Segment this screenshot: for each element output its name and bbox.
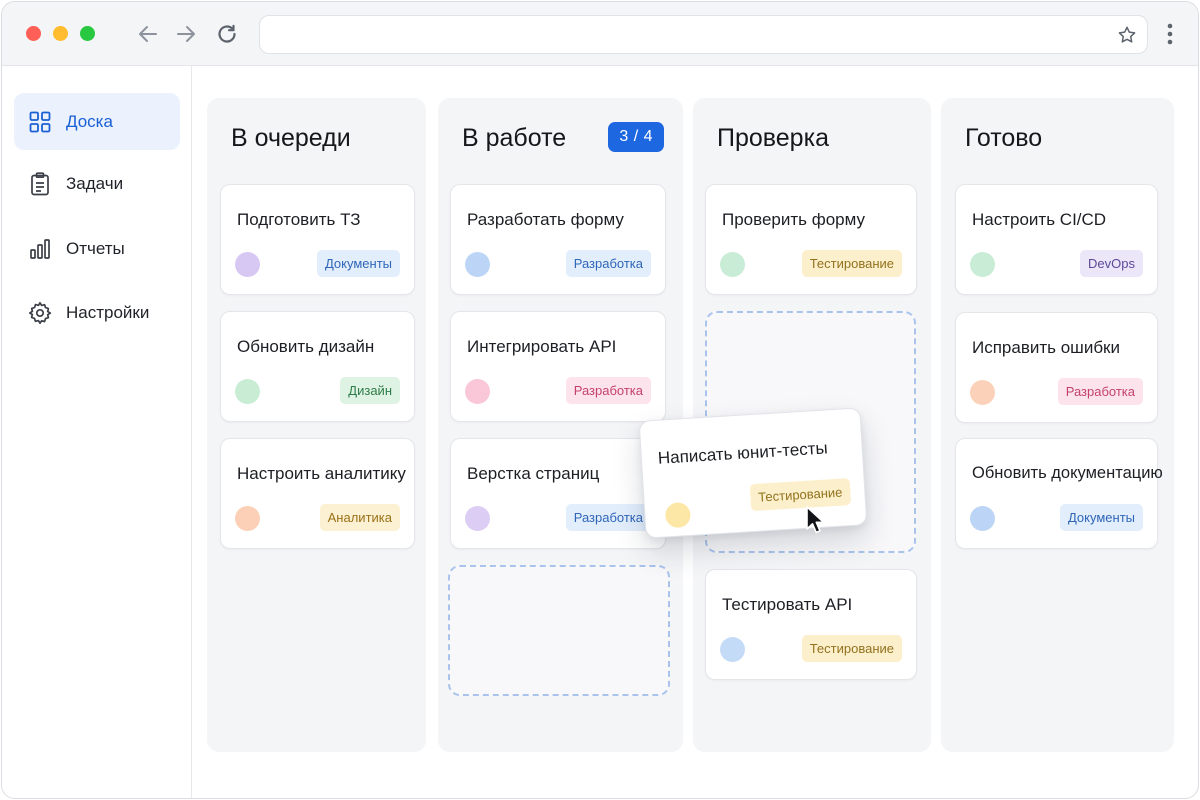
task-card[interactable]: Обновить дизайн Дизайн: [220, 311, 415, 422]
bar-chart-icon: [28, 237, 52, 261]
maximize-window-button[interactable]: [80, 26, 95, 41]
grid-icon: [28, 110, 52, 134]
forward-button[interactable]: [174, 22, 198, 46]
dragged-task-card[interactable]: Написать юнит-тесты Тестирование: [638, 407, 868, 539]
task-card[interactable]: Исправить ошибки Разработка: [955, 312, 1158, 423]
task-card[interactable]: Верстка страниц Разработка: [450, 438, 666, 549]
avatar: [465, 506, 490, 531]
avatar: [970, 506, 995, 531]
sidebar-item-label: Задачи: [66, 173, 124, 193]
arrow-right-icon: [177, 26, 195, 42]
card-title: Настроить CI/CD: [972, 210, 1107, 229]
avatar: [235, 379, 260, 404]
card-title: Интегрировать API: [467, 337, 617, 356]
task-card[interactable]: Тестировать API Тестирование: [705, 569, 917, 680]
gear-icon: [28, 301, 52, 325]
tag-badge: Документы: [1059, 504, 1143, 531]
avatar: [664, 501, 692, 529]
tag-badge: Аналитика: [319, 504, 400, 531]
avatar: [465, 252, 490, 277]
task-card[interactable]: Разработать форму Разработка: [450, 184, 666, 295]
sidebar-item-board[interactable]: Доска: [14, 93, 180, 150]
card-title: Верстка страниц: [467, 464, 600, 483]
tag-badge: Тестирование: [749, 478, 852, 512]
tag-badge: Тестирование: [801, 635, 902, 662]
avatar: [235, 252, 260, 277]
browser-menu-button[interactable]: [1160, 22, 1180, 46]
sidebar-item-label: Настройки: [66, 302, 150, 322]
minimize-window-button[interactable]: [53, 26, 68, 41]
card-title: Написать юнит-тесты: [657, 438, 829, 468]
wip-counter-badge: 3 / 4: [608, 122, 664, 152]
tag-badge: Тестирование: [801, 250, 902, 277]
tag-badge: Разработка: [565, 504, 651, 531]
task-card[interactable]: Подготовить ТЗ Документы: [220, 184, 415, 295]
sidebar-item-reports[interactable]: Отчеты: [14, 220, 180, 277]
card-title: Подготовить ТЗ: [237, 210, 361, 229]
browser-toolbar: [2, 2, 1198, 66]
back-button[interactable]: [136, 22, 160, 46]
reload-button[interactable]: [215, 22, 239, 46]
avatar: [465, 379, 490, 404]
card-title: Обновить документацию: [972, 464, 1163, 482]
tag-badge: Разработка: [1057, 378, 1143, 405]
mouse-pointer-icon: [806, 506, 825, 534]
avatar: [970, 252, 995, 277]
clipboard-icon: [28, 171, 52, 196]
column-title: Проверка: [717, 124, 829, 152]
avatar: [235, 506, 260, 531]
card-title: Обновить дизайн: [237, 337, 375, 356]
task-card[interactable]: Интегрировать API Разработка: [450, 311, 666, 422]
drop-placeholder[interactable]: [448, 565, 670, 696]
bookmark-star-icon[interactable]: [1117, 25, 1137, 45]
avatar: [720, 252, 745, 277]
sidebar-item-tasks[interactable]: Задачи: [14, 155, 180, 212]
sidebar-item-label: Доска: [66, 111, 113, 131]
task-card[interactable]: Проверить форму Тестирование: [705, 184, 917, 295]
sidebar-item-settings[interactable]: Настройки: [14, 284, 180, 341]
card-title: Разработать форму: [467, 210, 624, 229]
arrow-left-icon: [139, 26, 157, 42]
task-card[interactable]: Настроить CI/CD DevOps: [955, 184, 1158, 295]
column-title: В работе: [462, 124, 567, 152]
card-title: Исправить ошибки: [972, 338, 1120, 357]
sidebar: Доска Задачи Отчеты Настройки: [2, 66, 192, 798]
column-title: В очереди: [231, 124, 351, 152]
sidebar-item-label: Отчеты: [66, 238, 125, 258]
tag-badge: Разработка: [565, 377, 651, 404]
tag-badge: Разработка: [565, 250, 651, 277]
reload-icon: [218, 24, 236, 43]
column-title: Готово: [965, 124, 1043, 152]
task-card[interactable]: Настроить аналитику Аналитика: [220, 438, 415, 549]
column-done: Готово Настроить CI/CD DevOps Исправить …: [941, 98, 1174, 752]
avatar: [720, 637, 745, 662]
tag-badge: DevOps: [1080, 250, 1143, 277]
column-queue: В очереди Подготовить ТЗ Документы Обнов…: [207, 98, 426, 752]
browser-window: Доска Задачи Отчеты Настройки В очереди …: [1, 1, 1199, 799]
card-title: Проверить форму: [722, 210, 866, 229]
more-vertical-icon: [1167, 23, 1173, 45]
card-title: Настроить аналитику: [237, 464, 406, 483]
tag-badge: Документы: [316, 250, 400, 277]
close-window-button[interactable]: [26, 26, 41, 41]
tag-badge: Дизайн: [340, 377, 400, 404]
address-bar[interactable]: [259, 15, 1148, 54]
card-title: Тестировать API: [722, 595, 853, 614]
task-card[interactable]: Обновить документацию Документы: [955, 438, 1163, 549]
avatar: [970, 380, 995, 405]
